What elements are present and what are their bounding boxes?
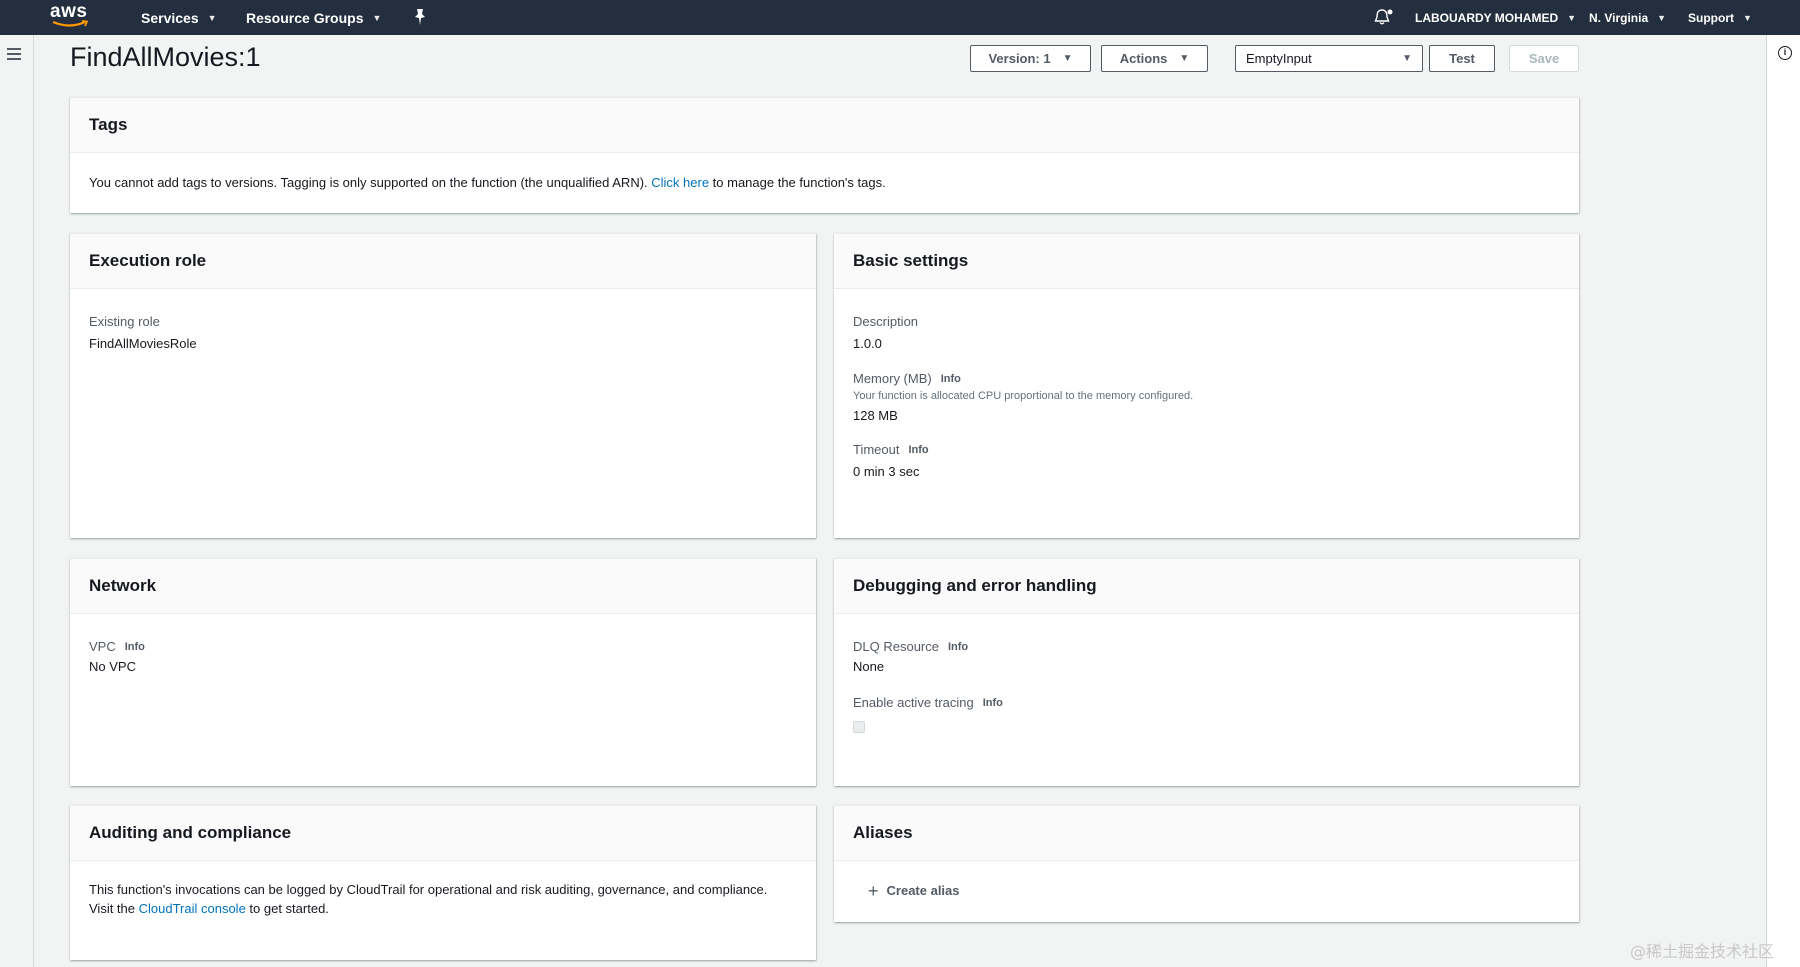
cloudtrail-console-link[interactable]: CloudTrail console (139, 901, 246, 916)
save-button[interactable]: Save (1509, 45, 1579, 72)
dlq-info-link[interactable]: Info (948, 641, 968, 653)
resource-groups-menu[interactable]: Resource Groups ▼ (246, 0, 381, 35)
tags-message: You cannot add tags to versions. Tagging… (89, 173, 1560, 192)
network-title: Network (70, 559, 816, 614)
vpc-value: No VPC (89, 659, 136, 674)
version-dropdown[interactable]: Version: 1 ▼ (970, 45, 1091, 72)
memory-info-link[interactable]: Info (941, 373, 961, 385)
support-menu[interactable]: Support ▼ (1688, 0, 1752, 35)
vpc-label-row: VPC Info (89, 639, 797, 654)
test-label: Test (1449, 51, 1475, 66)
chevron-down-icon: ▼ (372, 12, 382, 23)
account-name: LABOUARDY MOHAMED (1415, 10, 1559, 25)
existing-role-value: FindAllMoviesRole (89, 336, 197, 351)
auditing-line1: This function's invocations can be logge… (89, 882, 768, 897)
left-navigation-rail (0, 35, 34, 967)
chevron-down-icon: ▼ (207, 12, 217, 23)
aws-smile-icon (52, 20, 89, 27)
description-label: Description (853, 314, 919, 329)
menu-icon[interactable] (7, 48, 21, 60)
chevron-down-icon: ▼ (1567, 12, 1577, 23)
create-alias-label: Create alias (886, 883, 960, 898)
test-button[interactable]: Test (1429, 45, 1495, 72)
caret-down-icon: ▼ (1402, 53, 1412, 64)
memory-label: Memory (MB) (853, 371, 932, 386)
description-value: 1.0.0 (853, 336, 882, 351)
top-navigation-bar: aws Services ▼ Resource Groups ▼ LABOUAR… (0, 0, 1800, 35)
tracing-label-row: Enable active tracing Info (853, 695, 1560, 710)
vpc-label: VPC (89, 639, 116, 654)
execution-role-panel: Execution role Existing role FindAllMovi… (70, 233, 816, 538)
actions-label: Actions (1119, 51, 1168, 66)
debugging-title: Debugging and error handling (834, 559, 1579, 614)
notification-bell-icon[interactable] (1374, 8, 1394, 26)
auditing-line2: Visit the CloudTrail console to get star… (89, 899, 797, 918)
support-label: Support (1688, 10, 1734, 25)
timeout-label-row: Timeout Info (853, 442, 1560, 457)
manage-tags-link[interactable]: Click here (651, 175, 709, 190)
timeout-info-link[interactable]: Info (908, 444, 928, 456)
vpc-info-link[interactable]: Info (125, 641, 145, 653)
info-icon[interactable]: i (1778, 46, 1792, 60)
auditing-line2-before: Visit the (89, 901, 139, 916)
timeout-label: Timeout (853, 442, 900, 457)
aws-logo[interactable]: aws (50, 2, 94, 32)
basic-settings-panel: Basic settings Description 1.0.0 Memory … (834, 233, 1579, 538)
create-alias-button[interactable]: + Create alias (868, 880, 1560, 901)
page-title: FindAllMovies:1 (70, 42, 261, 72)
auditing-title: Auditing and compliance (70, 806, 816, 861)
dlq-value: None (853, 659, 885, 674)
debugging-panel: Debugging and error handling DLQ Resourc… (834, 558, 1579, 786)
actions-dropdown[interactable]: Actions ▼ (1101, 45, 1208, 72)
dlq-label: DLQ Resource (853, 639, 939, 654)
dlq-label-row: DLQ Resource Info (853, 639, 1560, 654)
pin-icon[interactable] (412, 8, 428, 26)
aliases-title: Aliases (834, 806, 1579, 861)
watermark: @稀土掘金技术社区 (1630, 942, 1775, 961)
version-label: Version: 1 (988, 51, 1051, 66)
tracing-label: Enable active tracing (853, 695, 974, 710)
aliases-panel: Aliases + Create alias (834, 805, 1579, 922)
region-menu[interactable]: N. Virginia ▼ (1589, 0, 1666, 35)
resource-groups-label: Resource Groups (246, 9, 364, 26)
caret-down-icon: ▼ (1179, 53, 1190, 64)
tags-text-after: to manage the function's tags. (709, 175, 886, 190)
existing-role-label: Existing role (89, 314, 160, 329)
chevron-down-icon: ▼ (1657, 12, 1667, 23)
tags-title: Tags (70, 98, 1579, 153)
save-label: Save (1528, 51, 1560, 66)
auditing-panel: Auditing and compliance This function's … (70, 805, 816, 960)
execution-role-title: Execution role (70, 234, 816, 289)
chevron-down-icon: ▼ (1743, 12, 1752, 23)
caret-down-icon: ▼ (1062, 53, 1073, 64)
region-label: N. Virginia (1589, 10, 1649, 25)
aws-logo-text: aws (50, 1, 88, 22)
memory-label-row: Memory (MB) Info (853, 371, 1560, 386)
services-label: Services (141, 9, 199, 26)
right-help-rail (1766, 35, 1800, 967)
plus-icon: + (868, 880, 879, 901)
account-menu[interactable]: LABOUARDY MOHAMED ▼ (1415, 0, 1576, 35)
tags-text-before: You cannot add tags to versions. Tagging… (89, 175, 652, 190)
test-event-value: EmptyInput (1246, 51, 1312, 66)
tags-panel: Tags You cannot add tags to versions. Ta… (70, 97, 1579, 213)
basic-settings-title: Basic settings (834, 234, 1579, 289)
active-tracing-checkbox[interactable] (853, 721, 865, 733)
services-menu[interactable]: Services ▼ (141, 0, 217, 35)
timeout-value: 0 min 3 sec (853, 464, 920, 479)
memory-description: Your function is allocated CPU proportio… (853, 390, 1194, 402)
network-panel: Network VPC Info No VPC (70, 558, 816, 786)
tracing-info-link[interactable]: Info (983, 697, 1003, 709)
auditing-line2-after: to get started. (245, 901, 329, 916)
test-event-select[interactable]: EmptyInput ▼ (1235, 45, 1423, 72)
memory-value: 128 MB (853, 408, 898, 423)
